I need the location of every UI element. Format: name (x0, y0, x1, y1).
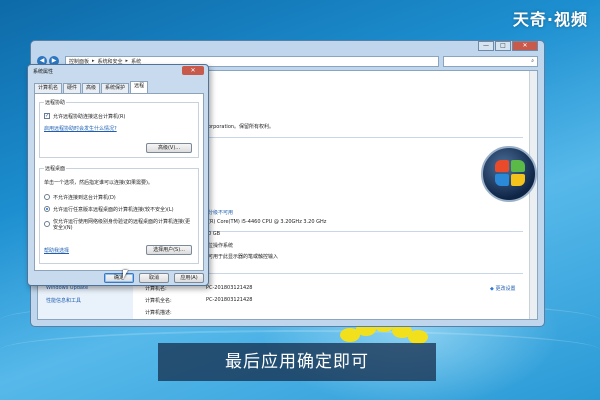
radio-allow-any-label: 允许运行任意版本远程桌面的计算机连接(较不安全)(L) (53, 207, 174, 213)
help-me-choose-link[interactable]: 帮助我选择 (44, 247, 69, 254)
remote-assist-help-link[interactable]: 启用远程协助时会发生什么情况? (44, 125, 117, 132)
ok-button[interactable]: 确定 (104, 273, 134, 283)
search-input[interactable]: ⌕ (443, 55, 538, 67)
group-label: 远程桌面 (44, 165, 67, 172)
search-icon: ⌕ (531, 58, 534, 64)
windows-logo-icon (481, 146, 537, 202)
scrollbar[interactable] (529, 71, 537, 319)
radio-deny[interactable] (44, 194, 50, 200)
cancel-button[interactable]: 取消 (139, 273, 169, 283)
remote-assistance-group: 远程协助 ✓ 允许远程协助连接这台计算机(R) 启用远程协助时会发生什么情况? … (39, 99, 199, 158)
tab-advanced[interactable]: 高级 (82, 83, 101, 93)
dialog-tabs: 计算机名 硬件 高级 系统保护 远程 (34, 81, 149, 93)
system-type-text: 位操作系统 (208, 243, 234, 249)
computer-name-label: 计算机名: (145, 286, 167, 292)
dialog-close-button[interactable]: ✕ (182, 66, 204, 75)
change-settings-link[interactable]: ◆ 更改设置 (490, 285, 515, 292)
radio-allow-nla-label: 仅允许运行使用网络级别身份验证的远程桌面的计算机连接(更安全)(N) (53, 219, 190, 231)
close-button[interactable]: ✕ (512, 41, 538, 51)
advanced-button[interactable]: 高级(V)... (146, 143, 192, 153)
performance-link[interactable]: 性能信息和工具 (46, 297, 81, 304)
checkbox-label: 允许远程协助连接这台计算机(R) (53, 114, 126, 120)
memory-text: 0 GB (208, 231, 221, 237)
window-controls: — □ ✕ (477, 41, 538, 51)
description-label: 计算机描述: (145, 310, 172, 316)
processor-text: (R) Core(TM) i5-4460 CPU @ 3.20GHz 3.20 … (208, 219, 327, 225)
group-label: 远程协助 (44, 99, 67, 106)
radio-allow-any[interactable] (44, 206, 50, 212)
instruction-text: 单击一个选项，然后指定谁可以连接(如果需要)。 (44, 180, 153, 186)
radio-deny-label: 不允许连接到这台计算机(D) (53, 195, 116, 201)
watermark: 天奇·视频 (512, 10, 588, 29)
pen-touch-text: 可用于此显示器的笔或触控输入 (208, 254, 279, 260)
full-name-label: 计算机全名: (145, 298, 172, 304)
apply-button[interactable]: 应用(A) (174, 273, 204, 283)
rating-text[interactable]: 分级不可用 (208, 209, 233, 216)
tab-remote[interactable]: 远程 (130, 81, 149, 93)
copyright-text: orporation。保留所有权利。 (208, 124, 275, 130)
radio-allow-nla[interactable] (44, 221, 50, 227)
allow-remote-assist-checkbox[interactable]: ✓ (44, 113, 50, 119)
system-properties-dialog: 系统属性 ✕ 计算机名 硬件 高级 系统保护 远程 远程协助 ✓ 允许远程协助连… (27, 64, 209, 286)
shield-icon: ◆ (490, 286, 494, 292)
minimize-button[interactable]: — (478, 41, 494, 51)
remote-desktop-group: 远程桌面 单击一个选项，然后指定谁可以连接(如果需要)。 不允许连接到这台计算机… (39, 165, 199, 264)
tab-hardware[interactable]: 硬件 (63, 83, 82, 93)
tab-computer-name[interactable]: 计算机名 (34, 83, 63, 93)
select-users-button[interactable]: 选择用户(S)... (146, 245, 192, 255)
subtitle-caption: 最后应用确定即可 (158, 343, 436, 381)
mouse-cursor-icon (123, 270, 128, 279)
computer-name-value: PC-201803121428 (206, 285, 253, 291)
dialog-title: 系统属性 (33, 69, 54, 75)
tab-system-protection[interactable]: 系统保护 (101, 83, 130, 93)
change-settings-label: 更改设置 (495, 286, 516, 292)
dialog-body: 远程协助 ✓ 允许远程协助连接这台计算机(R) 启用远程协助时会发生什么情况? … (34, 93, 204, 271)
maximize-button[interactable]: □ (495, 41, 511, 51)
full-name-value: PC-201803121428 (206, 297, 253, 303)
